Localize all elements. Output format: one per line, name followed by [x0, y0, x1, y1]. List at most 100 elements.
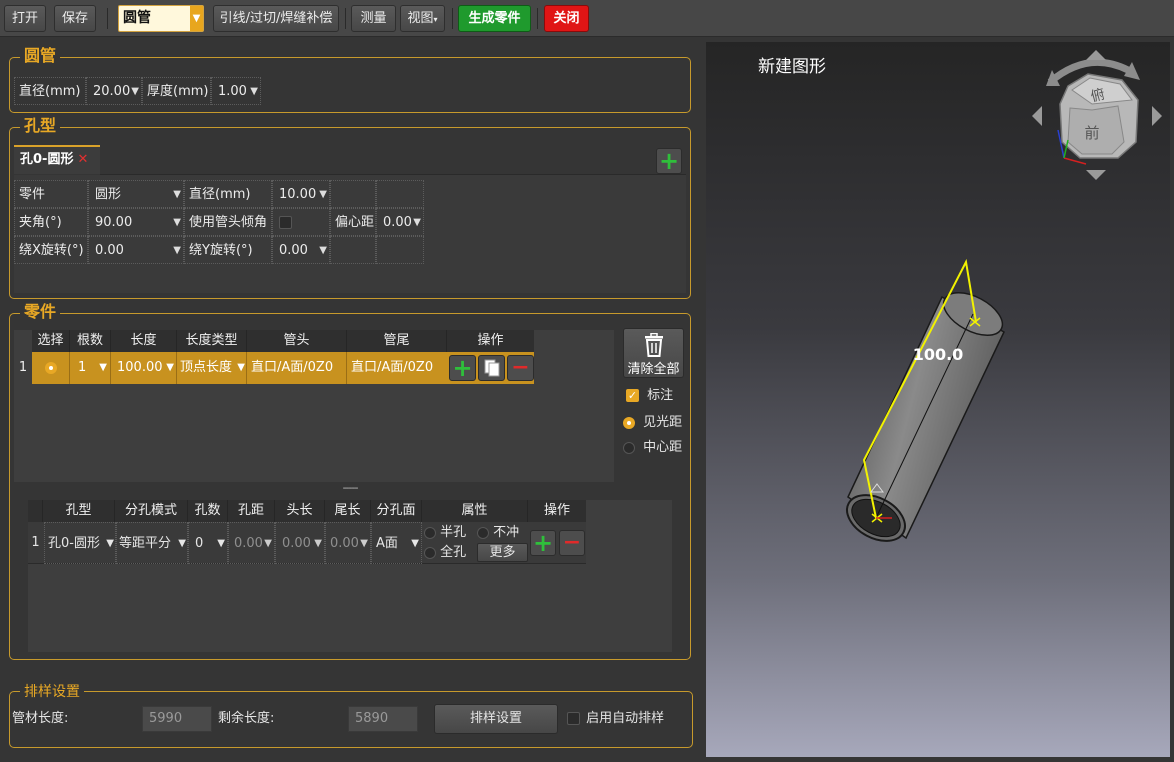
tube-model: 100.0	[846, 258, 1005, 542]
add-part-button[interactable]: +	[449, 355, 476, 381]
tail-length-value: 0.00	[330, 536, 359, 551]
use-tube-tilt-label: 使用管头倾角	[184, 208, 272, 236]
split-mode-select[interactable]: 等距平分 ▼	[116, 522, 188, 564]
col-spacing: 孔距	[228, 500, 275, 522]
more-button[interactable]: 更多	[477, 543, 528, 562]
annotate-checkbox-row[interactable]: ✓ 标注	[626, 387, 673, 405]
lead-cut-compensation-button[interactable]: 引线/过切/焊缝补偿	[213, 5, 339, 32]
tube-group-title: 圆管	[20, 46, 61, 66]
split-mode-value: 等距平分	[119, 536, 172, 551]
use-tube-tilt-cell	[272, 208, 330, 236]
col-select: 选择	[32, 330, 70, 352]
half-hole-radio[interactable]	[424, 526, 436, 539]
spacing-value: 0.00	[234, 536, 263, 551]
full-hole-option[interactable]: 全孔	[424, 545, 466, 561]
row-select-cell	[32, 352, 70, 384]
see-light-distance-radio[interactable]	[623, 416, 635, 429]
copy-part-button[interactable]	[478, 355, 505, 381]
rotate-y-select[interactable]: 0.00 ▼	[272, 236, 330, 264]
tab-hole-0-circle[interactable]: 孔0-圆形 ✕	[14, 145, 100, 174]
toolbar: 打开 保存 圆管 ▼ 引线/过切/焊缝补偿 测量 视图▾ 生成零件 关闭	[0, 0, 1174, 37]
close-button[interactable]: 关闭	[544, 5, 589, 32]
chevron-down-icon: ▼	[173, 217, 181, 228]
rotate-y-label: 绕Y旋转(°)	[184, 236, 272, 264]
shape-select[interactable]: 圆管 ▼	[118, 5, 204, 32]
toolbar-separator	[452, 8, 453, 29]
chevron-down-icon: ▼	[411, 538, 419, 549]
full-hole-radio[interactable]	[424, 546, 436, 559]
see-light-distance-label: 见光距	[643, 415, 683, 430]
eccentric-select[interactable]: 0.00 ▼	[376, 208, 424, 236]
hole-part-label: 零件	[14, 180, 88, 208]
tube-diameter-value: 20.00	[93, 84, 131, 99]
row-count-select[interactable]: 1 ▼	[70, 352, 111, 384]
row-tail-cell[interactable]: 直口/A面/0Z0	[347, 352, 447, 384]
row-length-type-value: 顶点长度	[180, 360, 233, 375]
add-hole-row-button[interactable]: +	[530, 530, 556, 556]
view-menu-button[interactable]: 视图▾	[400, 5, 445, 32]
row-select-radio[interactable]	[44, 361, 57, 374]
hole-type-select[interactable]: 孔0-圆形 ▼	[44, 522, 116, 564]
clear-all-button[interactable]: 清除全部	[623, 328, 684, 378]
center-distance-radio[interactable]	[623, 441, 635, 454]
chevron-down-icon: ▼	[360, 538, 368, 549]
remove-part-button[interactable]: −	[507, 355, 534, 381]
hole-count-select[interactable]: 0 ▼	[188, 522, 228, 564]
tube-length-input[interactable]: 5990	[142, 706, 212, 732]
split-face-value: A面	[376, 536, 398, 551]
chevron-down-icon: ▼	[106, 538, 114, 549]
rotate-x-select[interactable]: 0.00 ▼	[88, 236, 184, 264]
add-hole-button[interactable]: +	[656, 148, 682, 174]
measure-button[interactable]: 测量	[351, 5, 396, 32]
holes-table-header: 孔型 分孔模式 孔数 孔距 头长 尾长 分孔面 属性 操作	[28, 500, 586, 522]
col-head: 管头	[247, 330, 347, 352]
hole-angle-select[interactable]: 90.00 ▼	[88, 208, 184, 236]
tail-length-select[interactable]: 0.00 ▼	[325, 522, 371, 564]
chevron-down-icon: ▼	[173, 189, 181, 200]
spacing-select[interactable]: 0.00 ▼	[228, 522, 275, 564]
col-hole-actions: 操作	[543, 503, 570, 518]
center-distance-label: 中心距	[643, 440, 683, 455]
save-button[interactable]: 保存	[54, 5, 96, 32]
table-row[interactable]: 1 ▼ 100.00 ▼ 顶点长度 ▼ 直口/A面/0Z0 直口/A面/0Z0	[32, 352, 447, 384]
trash-icon	[645, 333, 663, 357]
remove-hole-row-button[interactable]: −	[559, 530, 585, 556]
eccentric-value: 0.00	[383, 215, 412, 230]
generate-part-button[interactable]: 生成零件	[458, 5, 531, 32]
split-face-select[interactable]: A面 ▼	[371, 522, 422, 564]
see-light-distance-option[interactable]: 见光距	[623, 414, 682, 432]
tab-label: 孔0-圆形	[20, 152, 74, 167]
toolbar-separator	[107, 8, 108, 29]
chevron-down-icon: ▼	[166, 362, 174, 373]
half-hole-option[interactable]: 半孔	[424, 525, 466, 541]
nesting-settings-button[interactable]: 排样设置	[434, 704, 558, 734]
hole-diameter-select[interactable]: 10.00 ▼	[272, 180, 330, 208]
chevron-down-icon: ▼	[237, 362, 245, 373]
chevron-down-icon: ▼	[99, 362, 107, 373]
splitter-handle[interactable]: -----	[330, 481, 370, 494]
tube-diameter-select[interactable]: 20.00 ▼	[86, 77, 142, 105]
no-punch-radio[interactable]	[477, 526, 489, 539]
auto-nest-option[interactable]: 启用自动排样	[567, 710, 664, 728]
3d-viewport[interactable]: 新建图形 俯 前 100.0	[706, 42, 1170, 757]
tube-diameter-label: 直径(mm)	[14, 77, 86, 105]
hole-part-select[interactable]: 圆形 ▼	[88, 180, 184, 208]
shape-select-value: 圆管	[123, 10, 151, 26]
open-button[interactable]: 打开	[4, 5, 46, 32]
auto-nest-checkbox[interactable]	[567, 712, 580, 725]
row-length-type-select[interactable]: 顶点长度 ▼	[177, 352, 247, 384]
hole-diameter-value: 10.00	[279, 187, 317, 202]
head-length-select[interactable]: 0.00 ▼	[275, 522, 325, 564]
full-hole-label: 全孔	[440, 545, 467, 560]
close-tab-icon[interactable]: ✕	[77, 152, 88, 167]
row-length-select[interactable]: 100.00 ▼	[111, 352, 177, 384]
tube-thickness-select[interactable]: 1.00 ▼	[211, 77, 261, 105]
center-distance-option[interactable]: 中心距	[623, 439, 682, 457]
remaining-length-input[interactable]: 5890	[348, 706, 418, 732]
use-tube-tilt-checkbox[interactable]	[279, 216, 292, 229]
row-head-cell[interactable]: 直口/A面/0Z0	[247, 352, 347, 384]
annotate-checkbox[interactable]: ✓	[626, 389, 639, 402]
col-tail-length: 尾长	[325, 500, 371, 522]
no-punch-option[interactable]: 不冲	[477, 525, 519, 541]
empty-cell	[376, 180, 424, 208]
